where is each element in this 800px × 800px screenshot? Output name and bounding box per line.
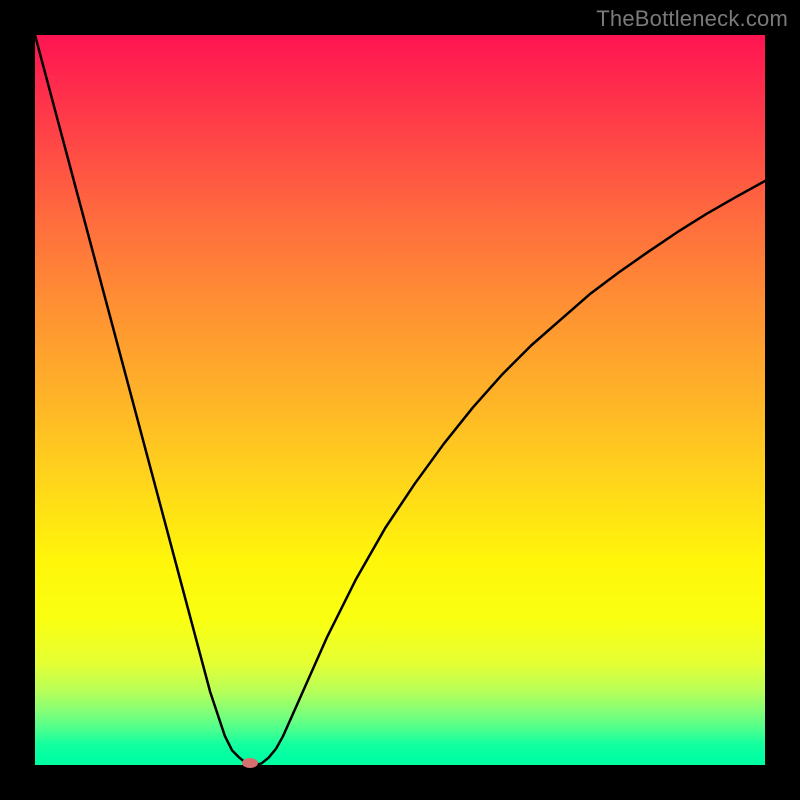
plot-area [35,35,765,765]
curve-svg [35,35,765,765]
optimal-point-marker [242,758,258,768]
bottleneck-curve [35,35,765,765]
chart-frame: TheBottleneck.com [0,0,800,800]
watermark-text: TheBottleneck.com [596,6,788,32]
